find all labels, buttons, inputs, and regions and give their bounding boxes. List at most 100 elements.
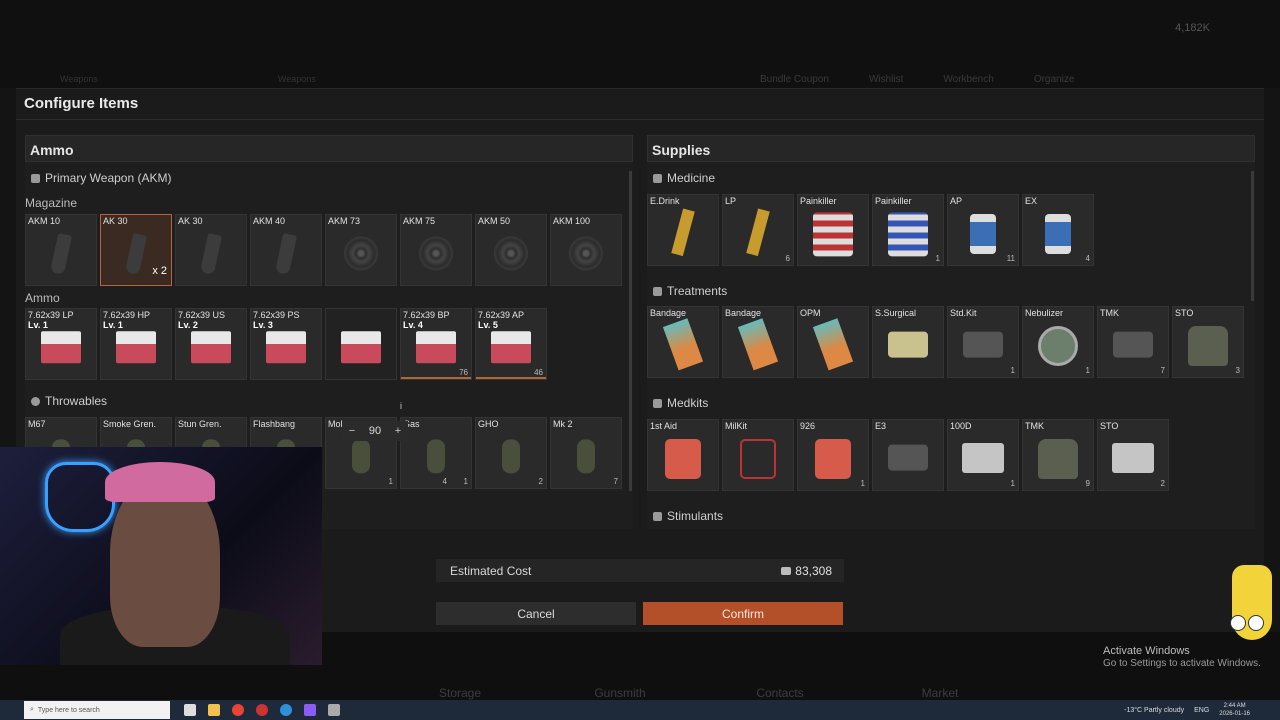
ammo-card[interactable]: 7.62x39 BP Lv. 4 76 xyxy=(400,308,472,380)
quantity-stepper[interactable]: − 90 + xyxy=(342,421,408,441)
bg-tab-organize: Organize xyxy=(1033,74,1075,85)
ammo-card[interactable]: 7.62x39 HP Lv. 1 xyxy=(100,308,172,380)
treatment-card[interactable]: Std.Kit 1 xyxy=(947,306,1019,378)
ammo-card[interactable]: 7.62x39 LP Lv. 1 xyxy=(25,308,97,380)
item-name: AKM 75 xyxy=(403,216,436,226)
treatments-icon xyxy=(653,286,662,296)
throwable-card[interactable]: Gas 1 4 xyxy=(400,417,472,489)
treatment-image xyxy=(662,318,704,371)
item-count: 1 xyxy=(463,477,468,486)
medicine-card[interactable]: LP 6 xyxy=(722,194,794,266)
app-icon[interactable] xyxy=(256,704,268,716)
ammo-card[interactable]: 7.62x39 US Lv. 2 xyxy=(175,308,247,380)
background-nav-tabs: Storage Gunsmith Contacts Market xyxy=(410,686,990,700)
medkit-card[interactable]: MilKit xyxy=(722,419,794,491)
webcam-person xyxy=(110,477,220,647)
treatment-card[interactable]: Bandage xyxy=(647,306,719,378)
medkit-card[interactable]: 1st Aid xyxy=(647,419,719,491)
magazine-card[interactable]: AKM 75 xyxy=(400,214,472,286)
ammo-card[interactable] xyxy=(325,308,397,380)
taskbar-search[interactable]: ⌕ Type here to search xyxy=(24,701,170,719)
magazine-card[interactable]: AKM 50 xyxy=(475,214,547,286)
cancel-button[interactable]: Cancel xyxy=(436,602,636,625)
item-name: TMK xyxy=(1025,421,1044,431)
medkit-card[interactable]: E3 xyxy=(872,419,944,491)
ammo-card[interactable]: 7.62x39 PS Lv. 3 xyxy=(250,308,322,380)
medicine-image xyxy=(970,214,996,254)
medkit-card[interactable]: STO 2 xyxy=(1097,419,1169,491)
treatment-card[interactable]: Bandage xyxy=(722,306,794,378)
magazine-card[interactable]: AK 30 xyxy=(175,214,247,286)
increase-button[interactable]: + xyxy=(391,424,405,438)
item-name: 1st Aid xyxy=(650,421,678,431)
clock-time: 2:44 AM xyxy=(1223,703,1246,709)
medicine-card[interactable]: E.Drink xyxy=(647,194,719,266)
ammo-scrollbar[interactable] xyxy=(629,171,632,491)
bg-nav-gunsmith: Gunsmith xyxy=(594,686,646,700)
item-count: 7 xyxy=(613,477,618,486)
supplies-panel-title: Supplies xyxy=(647,135,1255,162)
estimated-cost-bar: Estimated Cost 83,308 xyxy=(436,559,844,582)
obs-icon[interactable] xyxy=(304,704,316,716)
currency-balance: 4,182K xyxy=(1175,22,1210,34)
magazine-card[interactable]: AKM 10 xyxy=(25,214,97,286)
medkit-image xyxy=(888,444,928,471)
magazine-card[interactable]: AKM 100 xyxy=(550,214,622,286)
edge-icon[interactable] xyxy=(280,704,292,716)
treatment-card[interactable]: STO 3 xyxy=(1172,306,1244,378)
item-name: AK 30 xyxy=(178,216,203,226)
search-icon: ⌕ xyxy=(30,706,34,713)
item-level: Lv. 1 xyxy=(103,320,123,330)
medkit-card[interactable]: 926 1 xyxy=(797,419,869,491)
treatments-row: Bandage Bandage OPM S.Surgical Std.Kit 1 Nebul… xyxy=(647,306,1244,378)
item-level: Lv. 5 xyxy=(478,320,498,330)
medkit-image xyxy=(815,439,851,479)
magazine-card[interactable]: AK 30 x 2 xyxy=(100,214,172,286)
info-icon[interactable]: i xyxy=(400,401,409,411)
item-name: 7.62x39 HP xyxy=(103,310,151,320)
magazine-card[interactable]: AKM 40 xyxy=(250,214,322,286)
magazine-image xyxy=(124,232,148,276)
medkits-row: 1st Aid MilKit 926 1 E3 100D 1 TMK 9 STO 2 xyxy=(647,419,1169,491)
decrease-button[interactable]: − xyxy=(345,424,359,438)
medicine-card[interactable]: Painkiller xyxy=(797,194,869,266)
magazine-label: Magazine xyxy=(25,196,78,210)
item-name: STO xyxy=(1175,308,1194,318)
clock[interactable]: 2:44 AM 2026-01-16 xyxy=(1219,702,1250,718)
task-view-icon[interactable] xyxy=(184,704,196,716)
game-icon[interactable] xyxy=(328,704,340,716)
supplies-panel: Supplies Medicine E.Drink LP 6 Painkiller Pa… xyxy=(647,135,1255,529)
file-explorer-icon[interactable] xyxy=(208,704,220,716)
treatment-card[interactable]: S.Surgical xyxy=(872,306,944,378)
treatment-card[interactable]: Nebulizer 1 xyxy=(1022,306,1094,378)
throwable-card[interactable]: Mk 2 7 xyxy=(550,417,622,489)
medkit-card[interactable]: TMK 9 xyxy=(1022,419,1094,491)
treatment-image xyxy=(1188,326,1228,366)
item-name: 7.62x39 BP xyxy=(403,310,450,320)
ammo-card[interactable]: 7.62x39 AP Lv. 5 46 xyxy=(475,308,547,380)
medicine-image xyxy=(746,208,770,257)
weather[interactable]: -13°C Partly cloudy xyxy=(1124,707,1184,714)
item-name: Bandage xyxy=(725,308,762,318)
treatment-card[interactable]: TMK 7 xyxy=(1097,306,1169,378)
item-count: 6 xyxy=(785,254,790,263)
confirm-button[interactable]: Confirm xyxy=(643,602,843,625)
chrome-icon[interactable] xyxy=(232,704,244,716)
treatment-card[interactable]: OPM xyxy=(797,306,869,378)
supplies-scrollbar[interactable] xyxy=(1251,171,1254,301)
item-rarity-bar xyxy=(401,377,471,379)
medkit-card[interactable]: 100D 1 xyxy=(947,419,1019,491)
windows-taskbar: ⌕ Type here to search -13°C Partly cloud… xyxy=(0,700,1280,720)
throwable-card[interactable]: GHO 2 xyxy=(475,417,547,489)
ammo-box-image xyxy=(266,331,306,364)
magazine-card[interactable]: AKM 73 xyxy=(325,214,397,286)
medicine-card[interactable]: Painkiller 1 xyxy=(872,194,944,266)
medkit-icon xyxy=(653,398,662,408)
item-count: 76 xyxy=(459,368,468,377)
medicine-card[interactable]: EX 4 xyxy=(1022,194,1094,266)
item-name: Flashbang xyxy=(253,419,296,429)
medicine-card[interactable]: AP 11 xyxy=(947,194,1019,266)
language-indicator[interactable]: ENG xyxy=(1194,707,1209,714)
item-name: Std.Kit xyxy=(950,308,977,318)
ammo-box-image xyxy=(491,331,531,364)
